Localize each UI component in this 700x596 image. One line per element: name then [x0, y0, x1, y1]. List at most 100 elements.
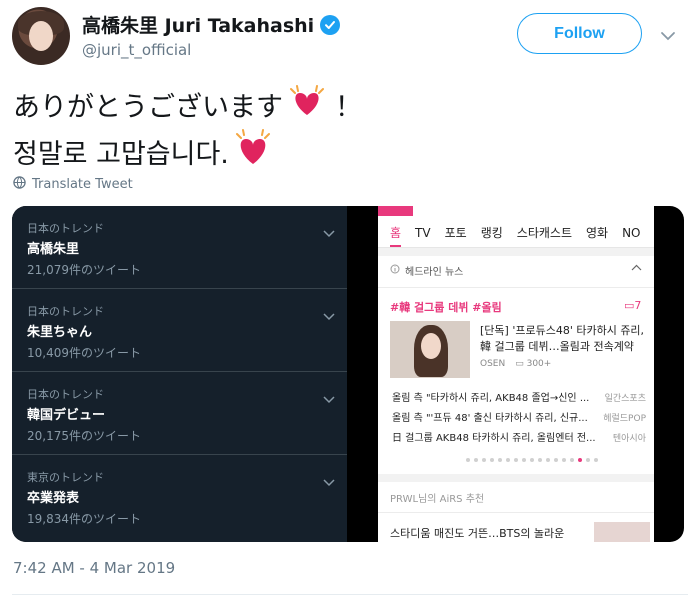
chevron-down-icon[interactable] — [323, 472, 335, 491]
carousel-dots — [466, 458, 598, 462]
news-tab: 스타캐스트 — [516, 226, 572, 240]
news-list: 올림 측 "타카하시 쥬리, AKB48 졸업→신인 ... 일간스포츠 올림 … — [392, 389, 646, 449]
news-screenshot: 홈 TV 포토 랭킹 스타캐스트 영화 NO 헤드라인 뉴스 #韓 걸그룹 데뷔… — [378, 206, 654, 542]
trend-item[interactable]: 日本のトレンド 高橋朱里 21,079件のツイート — [12, 206, 347, 289]
news-headline: [단독] '프로듀스48' 타카하시 쥬리, 韓 걸그룹 데뷔…올림과 전속계약 — [480, 324, 645, 353]
headline-news-row: 헤드라인 뉴스 — [390, 263, 642, 278]
comment-icon: ▭ — [624, 299, 635, 312]
display-name[interactable]: 高橋朱里 Juri Takahashi — [82, 11, 314, 38]
heart-emoji-icon — [287, 85, 327, 124]
tweet-exclamation: ！ — [335, 92, 362, 123]
list-item-text: 日 걸그룹 AKB48 타카하시 쥬리, 올림엔터 전... — [392, 433, 596, 444]
trend-title: 卒業発表 — [27, 491, 80, 506]
globe-icon — [13, 176, 26, 193]
chevron-down-icon[interactable] — [323, 306, 335, 325]
news-thumbnail — [390, 321, 470, 378]
carousel-dot — [514, 458, 518, 462]
carousel-dot — [522, 458, 526, 462]
divider — [378, 287, 654, 288]
trend-category: 東京のトレンド — [27, 471, 104, 484]
list-item-source: 텐아시아 — [612, 434, 646, 444]
tweet-text-line-1: ありがとうございます ！ — [13, 85, 362, 124]
news-tabs: 홈 TV 포토 랭킹 스타캐스트 영화 NO — [378, 220, 654, 248]
trend-category: 日本のトレンド — [27, 222, 104, 235]
news-meta: OSEN ▭ 300+ — [480, 359, 551, 369]
carousel-dot — [562, 458, 566, 462]
tweet-timestamp[interactable]: 7:42 AM - 4 Mar 2019 — [13, 559, 175, 577]
comment-count-value: 7 — [634, 299, 642, 312]
divider — [378, 512, 654, 513]
comment-count: ▭7 — [624, 299, 641, 312]
trend-count: 20,175件のツイート — [27, 429, 141, 443]
avatar[interactable] — [12, 7, 70, 65]
bts-thumbnail — [594, 522, 650, 542]
trend-title: 高橋朱里 — [27, 242, 80, 257]
divider — [378, 248, 654, 256]
chevron-down-icon[interactable] — [660, 26, 676, 45]
follow-button[interactable]: Follow — [517, 13, 642, 54]
carousel-dot — [554, 458, 558, 462]
news-topic: #韓 걸그룹 데뷔 #올림 — [390, 301, 502, 314]
carousel-dot — [466, 458, 470, 462]
info-icon — [390, 264, 400, 277]
carousel-dot — [506, 458, 510, 462]
handle[interactable]: @juri_t_official — [82, 41, 191, 59]
news-tab: TV — [415, 226, 431, 240]
trend-title: 韓国デビュー — [27, 408, 106, 423]
chevron-up-icon — [631, 263, 642, 274]
news-tab: 영화 — [585, 226, 609, 240]
thumbnail-face — [421, 333, 441, 359]
list-item: 올림 측 "'프듀 48' 출신 타카하시 쥬리, 신규... 헤럴드POP — [392, 409, 646, 429]
trend-category: 日本のトレンド — [27, 388, 104, 401]
carousel-dot — [538, 458, 542, 462]
news-source: OSEN — [480, 359, 506, 369]
carousel-dot — [594, 458, 598, 462]
chevron-down-icon[interactable] — [323, 223, 335, 242]
trend-item[interactable]: 東京のトレンド 卒業発表 19,834件のツイート — [12, 455, 347, 538]
carousel-dot — [570, 458, 574, 462]
translate-tweet-link[interactable]: Translate Tweet — [13, 176, 133, 193]
headline-label: 헤드라인 뉴스 — [405, 267, 464, 278]
carousel-dot — [530, 458, 534, 462]
bts-headline: 스타디움 매진도 거뜬…BTS의 놀라운 — [390, 527, 565, 540]
airs-recommend-label: PRWL님의 AiRS 추천 — [390, 494, 485, 505]
trend-count: 21,079件のツイート — [27, 263, 141, 277]
news-tab: NO — [622, 226, 641, 240]
trend-count: 19,834件のツイート — [27, 512, 141, 526]
trend-title: 朱里ちゃん — [27, 325, 93, 340]
pink-bar — [378, 206, 413, 216]
tweet-text-korean: 정말로 고맙습니다. — [13, 139, 229, 170]
news-comments-value: 300+ — [526, 359, 552, 369]
heart-emoji-icon — [233, 128, 273, 175]
divider — [12, 594, 688, 595]
tweet-image[interactable]: 日本のトレンド 高橋朱里 21,079件のツイート 日本のトレンド 朱里ちゃん … — [12, 206, 684, 542]
trend-count: 10,409件のツイート — [27, 346, 141, 360]
list-item-source: 일간스포츠 — [604, 394, 646, 404]
trend-item[interactable]: 日本のトレンド 朱里ちゃん 10,409件のツイート — [12, 289, 347, 372]
verified-badge-icon — [320, 14, 341, 35]
tweet-text-line-2: 정말로 고맙습니다. — [13, 128, 273, 175]
carousel-dot-active — [578, 458, 582, 462]
list-item-text: 올림 측 "'프듀 48' 출신 타카하시 쥬리, 신규... — [392, 413, 588, 424]
translate-label: Translate Tweet — [32, 177, 133, 192]
chevron-down-icon[interactable] — [323, 389, 335, 408]
avatar-face — [29, 21, 53, 51]
list-item: 日 걸그룹 AKB48 타카하시 쥬리, 올림엔터 전... 텐아시아 — [392, 429, 646, 449]
divider — [378, 474, 654, 482]
news-comments: ▭ 300+ — [515, 359, 552, 369]
trends-panel: 日本のトレンド 高橋朱里 21,079件のツイート 日本のトレンド 朱里ちゃん … — [12, 206, 347, 542]
news-tab: 랭킹 — [480, 226, 503, 240]
news-tab: 포토 — [444, 226, 467, 240]
list-item-source: 헤럴드POP — [603, 414, 646, 424]
carousel-dot — [482, 458, 486, 462]
carousel-dot — [490, 458, 494, 462]
news-tab: 홈 — [390, 220, 402, 247]
trend-item[interactable]: 日本のトレンド 韓国デビュー 20,175件のツイート — [12, 372, 347, 455]
carousel-dot — [546, 458, 550, 462]
list-item-text: 올림 측 "타카하시 쥬리, AKB48 졸업→신인 ... — [392, 393, 590, 404]
carousel-dot — [498, 458, 502, 462]
carousel-dot — [474, 458, 478, 462]
author-name-row: 高橋朱里 Juri Takahashi — [82, 11, 341, 38]
list-item: 올림 측 "타카하시 쥬리, AKB48 졸업→신인 ... 일간스포츠 — [392, 389, 646, 409]
tweet-text-japanese: ありがとうございます — [13, 92, 283, 123]
